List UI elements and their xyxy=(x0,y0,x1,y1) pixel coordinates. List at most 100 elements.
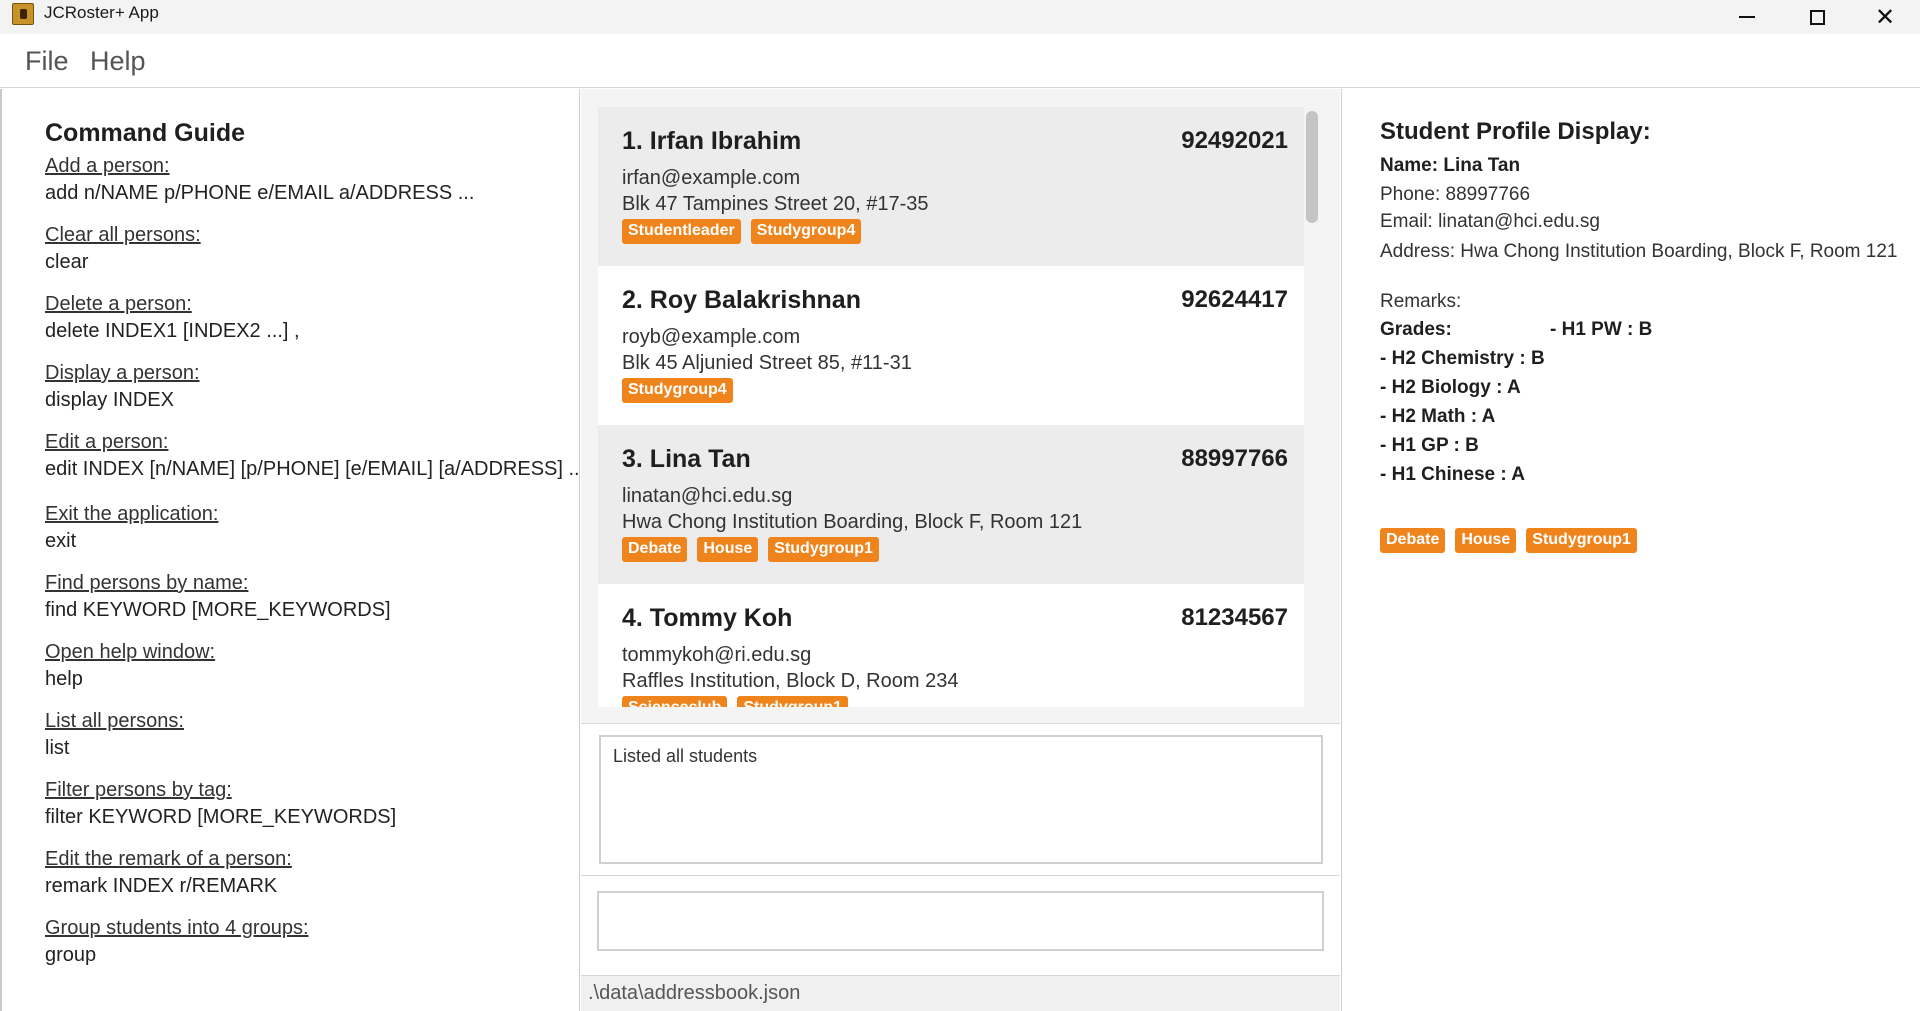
tag-badge: Scienceclub xyxy=(622,696,728,707)
person-list-panel: 1. Irfan Ibrahim 92492021 irfan@example.… xyxy=(581,89,1340,707)
person-tags: Scienceclub Studygroup1 xyxy=(622,696,849,707)
person-email: royb@example.com xyxy=(622,326,801,348)
person-name: 4. Tommy Koh xyxy=(622,604,793,632)
guide-label: Add a person: xyxy=(45,155,170,177)
guide-item: Find persons by name: find KEYWORD [MORE… xyxy=(45,572,565,641)
profile-grade: - H2 Chemistry : B xyxy=(1380,348,1545,369)
maximize-icon xyxy=(1809,9,1825,25)
guide-label: Clear all persons: xyxy=(45,224,201,246)
person-phone: 81234567 xyxy=(1181,604,1288,631)
guide-label: Open help window: xyxy=(45,641,216,663)
person-email: irfan@example.com xyxy=(622,167,801,189)
result-display[interactable]: Listed all students xyxy=(599,735,1323,864)
profile-grade: - H1 Chinese : A xyxy=(1380,464,1525,485)
minimize-button[interactable] xyxy=(1712,0,1782,34)
command-panel xyxy=(581,875,1340,975)
guide-command: remark INDEX r/REMARK xyxy=(45,875,278,897)
guide-item: Clear all persons: clear xyxy=(45,224,565,293)
guide-item: Add a person: add n/NAME p/PHONE e/EMAIL… xyxy=(45,155,565,224)
person-name: 1. Irfan Ibrahim xyxy=(622,127,802,155)
person-tags: Debate House Studygroup1 xyxy=(622,537,879,562)
profile-grade: - H2 Biology : A xyxy=(1380,377,1521,398)
profile-grade: - H1 GP : B xyxy=(1380,435,1479,456)
guide-label: Delete a person: xyxy=(45,293,192,315)
profile-name: Name: Lina Tan xyxy=(1380,155,1521,176)
guide-command: clear xyxy=(45,251,89,273)
tag-badge: Studygroup1 xyxy=(768,537,879,562)
guide-command: exit xyxy=(45,530,77,552)
guide-command: group xyxy=(45,944,97,966)
title-bar: JCRoster+ App ✕ xyxy=(0,0,1920,34)
person-card[interactable]: 4. Tommy Koh 81234567 tommykoh@ri.edu.sg… xyxy=(598,584,1304,707)
guide-command: help xyxy=(45,668,83,690)
guide-label: Edit the remark of a person: xyxy=(45,848,292,870)
person-card[interactable]: 3. Lina Tan 88997766 linatan@hci.edu.sg … xyxy=(598,425,1304,584)
tag-badge: Studentleader xyxy=(622,219,741,244)
person-address: Hwa Chong Institution Boarding, Block F,… xyxy=(622,511,1083,533)
app-icon xyxy=(12,3,34,25)
guide-command: edit INDEX [n/NAME] [p/PHONE] [e/EMAIL] … xyxy=(45,458,586,480)
guide-label: Edit a person: xyxy=(45,431,169,453)
profile-remarks: Remarks: xyxy=(1380,291,1462,312)
profile-title: Student Profile Display: xyxy=(1380,118,1651,145)
person-card[interactable]: 2. Roy Balakrishnan 92624417 royb@exampl… xyxy=(598,266,1304,425)
list-scrollbar[interactable] xyxy=(1304,107,1320,707)
status-bar: .\data\addressbook.json xyxy=(581,975,1340,1011)
tag-badge: Studygroup1 xyxy=(737,696,849,707)
guide-item: Filter persons by tag: filter KEYWORD [M… xyxy=(45,779,565,848)
main-panel: 1. Irfan Ibrahim 92492021 irfan@example.… xyxy=(581,89,1340,1011)
tag-badge: Debate xyxy=(622,537,688,562)
tag-badge: Studygroup1 xyxy=(1526,528,1637,553)
guide-command: display INDEX xyxy=(45,389,174,411)
guide-command: list xyxy=(45,737,70,759)
person-tags: Studygroup4 xyxy=(622,378,733,403)
maximize-button[interactable] xyxy=(1782,0,1852,34)
guide-label: Filter persons by tag: xyxy=(45,779,232,801)
person-phone: 88997766 xyxy=(1181,445,1288,472)
guide-item: Open help window: help xyxy=(45,641,565,710)
result-panel: Listed all students xyxy=(581,723,1340,875)
profile-panel: Student Profile Display: Name: Lina Tan … xyxy=(1341,89,1920,1011)
guide-command: filter KEYWORD [MORE_KEYWORDS] xyxy=(45,806,397,828)
status-file-path: .\data\addressbook.json xyxy=(588,982,801,1004)
guide-item: Group students into 4 groups: group xyxy=(45,917,565,986)
tag-badge: House xyxy=(1455,528,1517,553)
guide-label: Exit the application: xyxy=(45,503,219,525)
person-card[interactable]: 1. Irfan Ibrahim 92492021 irfan@example.… xyxy=(598,107,1304,266)
person-list[interactable]: 1. Irfan Ibrahim 92492021 irfan@example.… xyxy=(598,107,1304,707)
scrollbar-thumb[interactable] xyxy=(1306,111,1318,223)
guide-item: Delete a person: delete INDEX1 [INDEX2 .… xyxy=(45,293,565,362)
person-address: Raffles Institution, Block D, Room 234 xyxy=(622,670,959,692)
command-input[interactable] xyxy=(597,891,1324,951)
person-tags: Studentleader Studygroup4 xyxy=(622,219,862,244)
profile-address: Address: Hwa Chong Institution Boarding,… xyxy=(1380,241,1898,262)
person-email: linatan@hci.edu.sg xyxy=(622,485,793,507)
profile-grade: - H2 Math : A xyxy=(1380,406,1496,427)
tag-badge: House xyxy=(697,537,759,562)
profile-phone: Phone: 88997766 xyxy=(1380,184,1531,205)
guide-label: Find persons by name: xyxy=(45,572,249,594)
close-button[interactable]: ✕ xyxy=(1850,0,1920,34)
tag-badge: Debate xyxy=(1380,528,1446,553)
tag-badge: Studygroup4 xyxy=(622,378,733,403)
profile-grade: - H1 PW : B xyxy=(1550,319,1653,340)
command-guide-panel: Command Guide Add a person: add n/NAME p… xyxy=(0,89,586,1011)
menu-help[interactable]: Help xyxy=(90,46,146,77)
guide-item: Exit the application: exit xyxy=(45,503,565,572)
window-title: JCRoster+ App xyxy=(44,3,159,22)
menu-file[interactable]: File xyxy=(25,46,69,77)
guide-label: Group students into 4 groups: xyxy=(45,917,309,939)
guide-label: Display a person: xyxy=(45,362,200,384)
guide-command: add n/NAME p/PHONE e/EMAIL a/ADDRESS ... xyxy=(45,182,475,204)
person-name: 3. Lina Tan xyxy=(622,445,751,473)
person-phone: 92624417 xyxy=(1181,286,1288,313)
guide-item: List all persons: list xyxy=(45,710,565,779)
guide-label: List all persons: xyxy=(45,710,184,732)
profile-tags: Debate House Studygroup1 xyxy=(1380,528,1637,553)
person-address: Blk 47 Tampines Street 20, #17-35 xyxy=(622,193,929,215)
command-guide-list: Add a person: add n/NAME p/PHONE e/EMAIL… xyxy=(45,155,586,986)
guide-item: Edit a person: edit INDEX [n/NAME] [p/PH… xyxy=(45,431,586,503)
person-name: 2. Roy Balakrishnan xyxy=(622,286,861,314)
person-phone: 92492021 xyxy=(1181,127,1288,154)
guide-item: Display a person: display INDEX xyxy=(45,362,565,431)
